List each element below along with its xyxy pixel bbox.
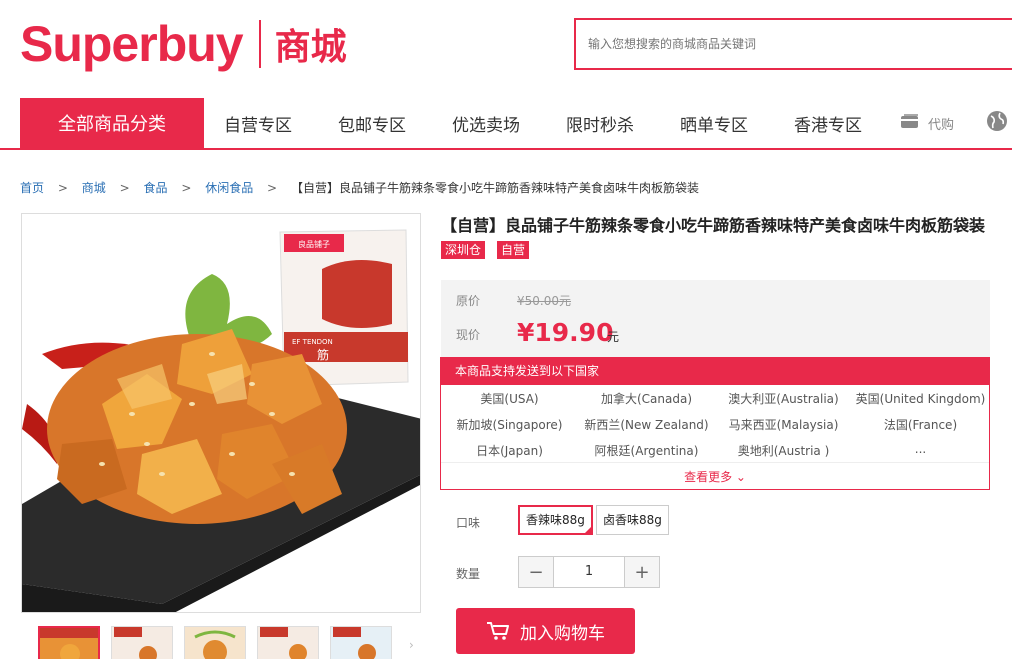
globe-icon[interactable] [986, 110, 1008, 136]
country-item: ... [914, 442, 927, 456]
logo-divider [258, 20, 261, 68]
quantity-label: 数量 [456, 567, 481, 581]
original-price: ¥50.00元 [517, 294, 571, 308]
tag-self-operated: 自营 [497, 241, 530, 259]
logo-subtitle: 商城 [274, 27, 347, 68]
chevron-right-icon: > [267, 181, 278, 195]
selected-check-icon [582, 525, 593, 535]
country-item: 新西兰(New Zealand) [584, 418, 709, 432]
nav-item-showcase[interactable]: 晒单专区 [680, 98, 748, 148]
nav-item-free-shipping[interactable]: 包邮专区 [338, 98, 406, 148]
svg-text:EF TENDON: EF TENDON [292, 338, 333, 346]
thumbnail-1[interactable] [38, 626, 100, 659]
chevron-right-icon: > [181, 181, 192, 195]
country-item: 加拿大(Canada) [600, 392, 693, 406]
svg-text:良品铺子: 良品铺子 [298, 239, 330, 249]
chevron-right-icon: > [57, 181, 68, 195]
svg-text:筋: 筋 [317, 347, 329, 362]
original-price-label: 原价 [456, 294, 481, 308]
flavor-option-braised[interactable]: 卤香味88g [596, 505, 669, 535]
nav-item-flash-sale[interactable]: 限时秒杀 [566, 98, 634, 148]
breadcrumb-home[interactable]: 首页 [20, 181, 44, 195]
logo-text: Superbuy [20, 16, 244, 72]
quantity-input[interactable]: 1 [553, 557, 625, 587]
minus-icon[interactable]: − [519, 557, 553, 587]
breadcrumb-food[interactable]: 食品 [143, 181, 167, 195]
country-item: 美国(USA) [480, 392, 539, 406]
country-item: 奥地利(Austria ) [737, 444, 830, 458]
nav-item-featured[interactable]: 优选卖场 [452, 98, 520, 148]
country-item: 阿根廷(Argentina) [594, 444, 699, 458]
country-item: 法国(France) [883, 418, 958, 432]
flavor-label: 口味 [456, 516, 481, 530]
nav-all-categories[interactable]: 全部商品分类 [20, 98, 204, 148]
breadcrumb-snacks[interactable]: 休闲食品 [205, 181, 253, 195]
product-title: 【自营】良品铺子牛筋辣条零食小吃牛蹄筋香辣味特产美食卤味牛肉板筋袋装 [441, 216, 986, 235]
breadcrumb-mall[interactable]: 商城 [82, 181, 106, 195]
flavor-option-label: 卤香味88g [603, 513, 662, 527]
tag-warehouse: 深圳仓 [441, 241, 486, 259]
search-box[interactable] [574, 18, 1012, 70]
divider [441, 462, 989, 463]
thumbnail-strip: › [21, 626, 421, 659]
nav-item-hongkong[interactable]: 香港专区 [794, 98, 862, 148]
add-to-cart-label: 加入购物车 [520, 623, 605, 644]
add-to-cart-button[interactable]: 加入购物车 [456, 608, 635, 654]
nav-daigou-label: 代购 [928, 117, 955, 133]
main-nav: 全部商品分类 自营专区 包邮专区 优选卖场 限时秒杀 晒单专区 香港专区 代购 [0, 98, 1012, 150]
current-price-unit: 元 [607, 330, 620, 344]
nav-daigou[interactable]: 代购 [900, 98, 954, 148]
shipping-countries-panel: 本商品支持发送到以下国家 美国(USA) 加拿大(Canada) 澳大利亚(Au… [440, 357, 990, 490]
country-item: 澳大利亚(Australia) [728, 392, 839, 406]
country-item: 马来西亚(Malaysia) [728, 418, 839, 432]
shipping-heading: 本商品支持发送到以下国家 [441, 358, 989, 385]
chevron-right-icon[interactable]: › [409, 638, 414, 652]
flavor-option-label: 香辣味88g [526, 513, 585, 527]
quantity-stepper: − 1 + [518, 556, 660, 588]
thumbnail-4[interactable] [257, 626, 319, 659]
breadcrumb-current: 【自营】良品铺子牛筋辣条零食小吃牛蹄筋香辣味特产美食卤味牛肉板筋袋装 [290, 181, 699, 195]
site-logo[interactable]: Superbuy 商城 [20, 14, 347, 74]
product-main-image[interactable]: 良品铺子 EF TENDON 筋 [21, 213, 421, 613]
card-icon [900, 113, 920, 133]
country-item: 日本(Japan) [476, 444, 543, 458]
flavor-option-spicy[interactable]: 香辣味88g [518, 505, 593, 535]
plus-icon[interactable]: + [625, 557, 659, 587]
price-panel: 原价 ¥50.00元 现价 ¥19.90 元 [441, 280, 990, 357]
chevron-right-icon: > [119, 181, 130, 195]
country-item: 新加坡(Singapore) [456, 418, 563, 432]
current-price: ¥19.90 [517, 318, 614, 347]
current-price-label: 现价 [456, 328, 481, 342]
thumbnail-2[interactable] [111, 626, 173, 659]
search-input[interactable] [588, 37, 1012, 51]
thumbnail-3[interactable] [184, 626, 246, 659]
country-item: 英国(United Kingdom) [855, 392, 986, 406]
breadcrumb: 首页 > 商城 > 食品 > 休闲食品 > 【自营】良品铺子牛筋辣条零食小吃牛蹄… [20, 179, 699, 196]
thumbnail-5[interactable] [330, 626, 392, 659]
cart-icon [487, 622, 509, 640]
see-more-link[interactable]: 查看更多 ⌄ [441, 468, 989, 485]
nav-item-self-operated[interactable]: 自营专区 [224, 98, 292, 148]
